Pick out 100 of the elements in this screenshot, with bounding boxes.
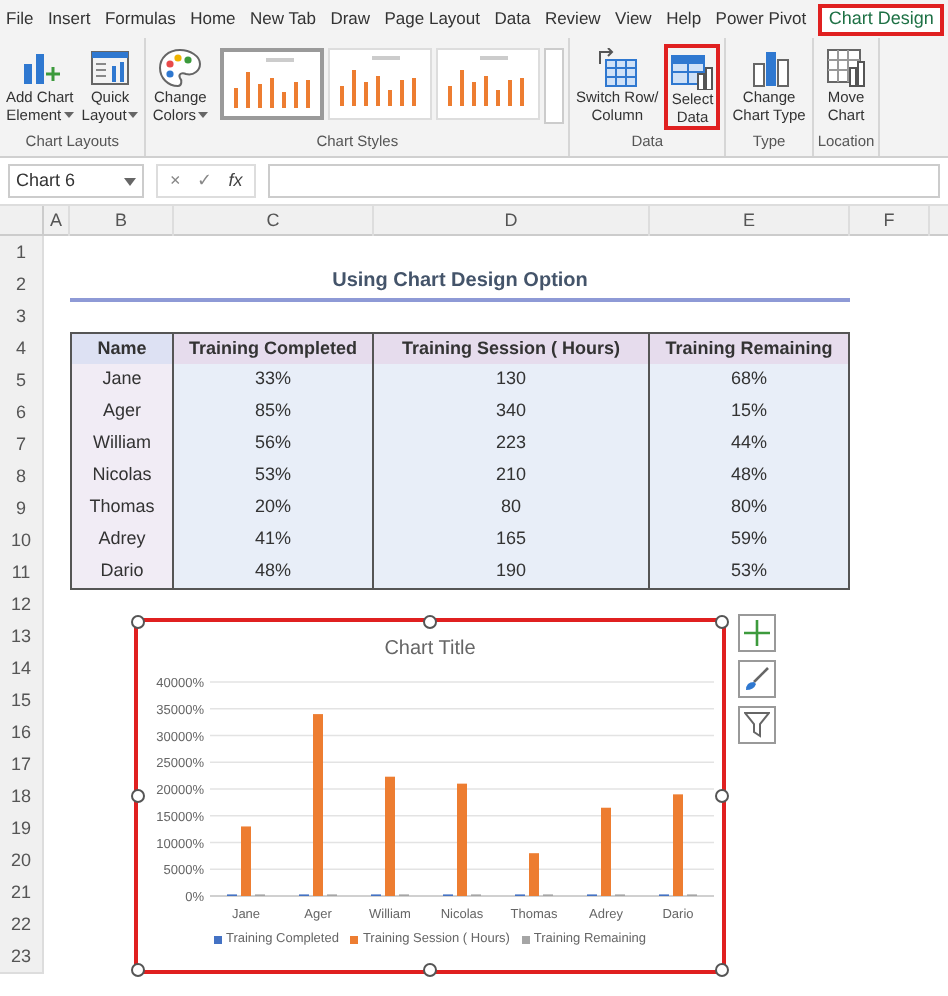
column-header[interactable]: A xyxy=(44,206,70,236)
caret-icon xyxy=(124,177,136,185)
table-cell: 130 xyxy=(374,364,650,398)
ribbon-tab[interactable]: Home xyxy=(188,6,238,32)
row-header[interactable]: 20 xyxy=(0,844,44,878)
column-header[interactable]: B xyxy=(70,206,174,236)
formula-button[interactable]: fx xyxy=(228,167,243,195)
row-header[interactable]: 18 xyxy=(0,780,44,814)
table-cell: Thomas xyxy=(70,492,174,526)
row-header[interactable]: 1 xyxy=(0,236,44,270)
table-cell: 53% xyxy=(650,556,850,590)
row-header[interactable]: 5 xyxy=(0,364,44,398)
ribbon-tab[interactable]: Page Layout xyxy=(382,6,482,32)
row-header[interactable]: 11 xyxy=(0,556,44,590)
resize-handle[interactable] xyxy=(715,789,729,803)
row-header[interactable]: 14 xyxy=(0,652,44,686)
formula-input[interactable] xyxy=(268,164,940,198)
ribbon-tab[interactable]: Help xyxy=(664,6,704,32)
caret-icon xyxy=(63,112,74,118)
bar-chart-icon xyxy=(747,48,792,88)
row-header[interactable]: 4 xyxy=(0,332,44,366)
table-cell: 53% xyxy=(174,460,374,494)
row-header[interactable]: 13 xyxy=(0,620,44,654)
row-header[interactable]: 19 xyxy=(0,812,44,846)
row-header[interactable]: 12 xyxy=(0,588,44,622)
table-cell: 33% xyxy=(174,364,374,398)
table-cell: Nicolas xyxy=(70,460,174,494)
table-cell: 210 xyxy=(374,460,650,494)
table-cell: 68% xyxy=(650,364,850,398)
chart-title: Chart Title xyxy=(384,638,476,660)
column-header[interactable]: F xyxy=(850,206,930,236)
formula-button[interactable]: × xyxy=(170,167,181,195)
table-cell: 340 xyxy=(374,396,650,430)
resize-handle[interactable] xyxy=(131,615,145,629)
row-header[interactable]: 21 xyxy=(0,876,44,910)
column-heading: Training Remaining xyxy=(650,332,850,366)
table-cell: 48% xyxy=(650,460,850,494)
ribbon-tab[interactable]: File xyxy=(4,6,36,32)
table-cell: 20% xyxy=(174,492,374,526)
row-header[interactable]: 10 xyxy=(0,524,44,558)
resize-handle[interactable] xyxy=(715,615,729,629)
row-header[interactable]: 16 xyxy=(0,716,44,750)
row-header[interactable]: 6 xyxy=(0,396,44,430)
grid-arrows-icon xyxy=(595,48,640,88)
ribbon-tab[interactable]: Data xyxy=(492,6,533,32)
bar xyxy=(529,853,539,896)
row-header[interactable]: 17 xyxy=(0,748,44,782)
resize-handle[interactable] xyxy=(423,615,437,629)
ribbon-tab[interactable]: Chart Design xyxy=(818,3,944,35)
ribbon-tab[interactable]: View xyxy=(613,6,654,32)
resize-handle[interactable] xyxy=(423,963,437,977)
row-header[interactable]: 3 xyxy=(0,300,44,334)
resize-handle[interactable] xyxy=(715,963,729,977)
resize-handle[interactable] xyxy=(131,963,145,977)
sheet-title: Using Chart Design Option xyxy=(70,268,850,302)
chart-style-thumbnail[interactable] xyxy=(220,48,324,120)
row-header[interactable]: 7 xyxy=(0,428,44,462)
column-header[interactable]: E xyxy=(650,206,850,236)
formula-button[interactable]: ✓ xyxy=(196,167,213,195)
row-header[interactable]: 23 xyxy=(0,940,44,974)
brush-icon xyxy=(744,666,770,692)
sheet-chart-icon xyxy=(824,48,868,88)
ribbon-tab[interactable]: Power Pivot xyxy=(713,6,809,32)
bar xyxy=(601,807,611,896)
bar xyxy=(457,783,467,896)
column-header[interactable]: C xyxy=(174,206,374,236)
row-header[interactable]: 9 xyxy=(0,492,44,526)
column-heading: Training Completed xyxy=(174,332,374,366)
table-cell: 41% xyxy=(174,524,374,558)
filter-icon xyxy=(744,712,770,738)
table-cell: William xyxy=(70,428,174,462)
name-box[interactable]: Chart 6 xyxy=(8,164,144,198)
column-header[interactable]: D xyxy=(374,206,650,236)
ribbon-tab[interactable]: Draw xyxy=(328,6,373,32)
row-header[interactable]: 2 xyxy=(0,268,44,302)
row-header[interactable]: 15 xyxy=(0,684,44,718)
table-cell: Ager xyxy=(70,396,174,430)
caret-icon xyxy=(128,112,139,118)
chart-styles-button[interactable] xyxy=(738,660,776,698)
resize-handle[interactable] xyxy=(131,789,145,803)
table-chart-icon xyxy=(670,52,715,90)
row-header[interactable]: 22 xyxy=(0,908,44,942)
bar xyxy=(385,776,395,896)
table-cell: 15% xyxy=(650,396,850,430)
ribbon-tab[interactable]: Formulas xyxy=(102,6,178,32)
table-cell: 48% xyxy=(174,556,374,590)
table-cell: 56% xyxy=(174,428,374,462)
plus-icon xyxy=(744,620,770,646)
add-chart-element-button[interactable] xyxy=(738,614,776,652)
table-cell: 59% xyxy=(650,524,850,558)
table-cell: 44% xyxy=(650,428,850,462)
layout-grid-icon xyxy=(88,48,133,88)
table-cell: 80% xyxy=(650,492,850,526)
table-cell: Jane xyxy=(70,364,174,398)
chart-filters-button[interactable] xyxy=(738,706,776,744)
column-heading: Name xyxy=(70,332,174,366)
ribbon-tab[interactable]: New Tab xyxy=(248,6,318,32)
row-header[interactable]: 8 xyxy=(0,460,44,494)
ribbon-tab[interactable]: Insert xyxy=(45,6,93,32)
ribbon-tab[interactable]: Review xyxy=(542,6,603,32)
